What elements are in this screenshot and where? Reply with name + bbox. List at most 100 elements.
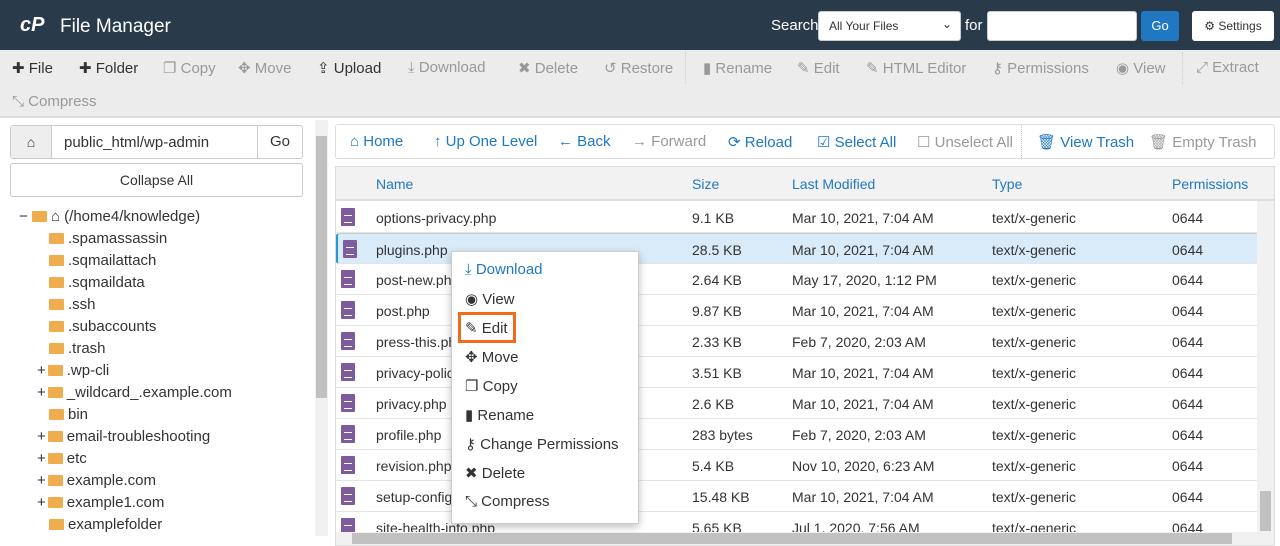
column-header-type[interactable]: Type [992, 176, 1022, 192]
expand-icon[interactable]: + [37, 362, 46, 379]
home-icon[interactable]: ⌂ [11, 126, 52, 158]
settings-button[interactable]: ⚙ Settings [1192, 11, 1274, 41]
expand-icon[interactable]: + [37, 384, 46, 401]
search-go-button[interactable]: Go [1141, 11, 1179, 41]
cell-name: revision.php [376, 458, 452, 474]
toolbar-rename-button[interactable]: ▮ Rename [703, 59, 772, 77]
toolbar-delete-button[interactable]: ✖ Delete [518, 59, 578, 77]
toolbar-upload-button[interactable]: ⇪ Upload [317, 59, 381, 77]
tree-item[interactable]: + .wp-cli [37, 362, 109, 384]
tree-item[interactable]: .sqmaildata [49, 274, 145, 296]
nav-forward-button[interactable]: → Forward [632, 133, 706, 150]
tree-item[interactable]: .spamassassin [49, 230, 167, 252]
cell-type: text/x-generic [992, 303, 1077, 319]
tree-item[interactable]: .ssh [49, 296, 96, 318]
sidebar-scrollbar[interactable] [315, 120, 328, 536]
folder-icon [49, 519, 64, 530]
cell-type: text/x-generic [992, 427, 1077, 443]
tree-root[interactable]: − ⌂ (/home4/knowledge) [19, 208, 200, 230]
nav-label: Forward [651, 133, 707, 150]
nav-select-all-button[interactable]: ☑ Select All [817, 133, 896, 151]
column-header-last-modified[interactable]: Last Modified [792, 176, 875, 192]
for-label: for [965, 17, 983, 34]
sidebar: ⌂ Go Collapse All − ⌂ (/home4/knowledge)… [0, 120, 315, 546]
context-menu-rename[interactable]: ▮ Rename [465, 406, 534, 424]
search-scope-select[interactable]: All Your Files ⌄ [818, 11, 961, 41]
scrollbar-thumb[interactable] [316, 136, 327, 398]
tree-item[interactable]: bin [49, 406, 88, 428]
cell-size: 283 bytes [692, 427, 753, 443]
toolbar-edit-button[interactable]: ✎ Edit [797, 59, 840, 77]
file-icon [341, 332, 355, 350]
tree-item[interactable]: + example1.com [37, 494, 164, 516]
tree-item[interactable]: .subaccounts [49, 318, 156, 340]
expand-icon[interactable]: + [37, 450, 46, 467]
toolbar-file-button[interactable]: ✚ File [12, 59, 53, 77]
context-menu-download[interactable]: ⤓ Download [465, 261, 543, 278]
tree-item[interactable]: examplefolder [49, 516, 162, 538]
toolbar-html-editor-button[interactable]: ✎ HTML Editor [866, 59, 966, 77]
toolbar-restore-button[interactable]: ↺ Restore [604, 59, 673, 77]
file-icon [341, 394, 355, 412]
collapse-all-button[interactable]: Collapse All [10, 163, 303, 197]
collapse-icon[interactable]: − [19, 208, 32, 225]
tree-item[interactable]: .trash [49, 340, 106, 362]
tree-item-label: .trash [68, 340, 106, 357]
folder-icon [47, 497, 63, 508]
context-menu-change-permissions[interactable]: ⚷ Change Permissions [465, 435, 619, 453]
expand-icon[interactable]: + [37, 428, 46, 445]
download-icon: ⤓ [465, 261, 476, 278]
edit-icon: ✎ [866, 60, 883, 77]
toolbar-label: View [1133, 60, 1166, 77]
table-horizontal-scrollbar[interactable] [336, 532, 1258, 545]
scrollbar-thumb[interactable] [1260, 491, 1271, 531]
toolbar-download-button[interactable]: ⤓ Download [408, 59, 486, 76]
tree-item[interactable]: .sqmailattach [49, 252, 156, 274]
nav-up-one-level-button[interactable]: ↑ Up One Level [434, 133, 537, 150]
tree-item[interactable]: + email-troubleshooting [37, 428, 210, 450]
table-row[interactable]: options-privacy.php 9.1 KB Mar 10, 2021, 7… [336, 202, 1258, 233]
nav-reload-button[interactable]: ⟳ Reload [728, 133, 792, 151]
folder-icon [47, 387, 63, 398]
tree-item[interactable]: + example.com [37, 472, 156, 494]
undo-icon: ↺ [604, 60, 621, 77]
context-menu-view[interactable]: ◉ View [465, 290, 515, 308]
nav-view-trash-button[interactable]: 🗑 View Trash [1037, 133, 1134, 151]
folder-open-icon [31, 211, 47, 222]
folder-icon [49, 321, 64, 332]
path-go-button[interactable]: Go [257, 126, 302, 158]
context-menu-compress[interactable]: ⤡ Compress [465, 493, 550, 510]
path-input[interactable] [64, 134, 254, 151]
cell-size: 28.5 KB [692, 242, 742, 258]
search-input[interactable] [987, 11, 1137, 41]
nav-unselect-all-button[interactable]: ☐ Unselect All [917, 133, 1013, 151]
tree-item[interactable]: + _wildcard_.example.com [37, 384, 232, 406]
toolbar-move-button[interactable]: ✥ Move [238, 59, 291, 77]
column-header-permissions[interactable]: Permissions [1172, 176, 1248, 192]
cell-name: profile.php [376, 427, 442, 443]
expand-icon[interactable]: + [37, 494, 46, 511]
toolbar-compress-button[interactable]: ⤡ Compress [12, 93, 97, 110]
toolbar-copy-button[interactable]: ❐ Copy [163, 59, 216, 77]
toolbar-extract-button[interactable]: ⤢ Extract [1196, 59, 1259, 76]
scrollbar-thumb[interactable] [352, 533, 1232, 544]
edit-highlight-box [458, 312, 516, 343]
column-header-size[interactable]: Size [692, 176, 719, 192]
toolbar-divider [1182, 52, 1183, 84]
toolbar-view-button[interactable]: ◉ View [1116, 59, 1166, 77]
nav-home-button[interactable]: ⌂ Home [350, 133, 403, 150]
table-vertical-scrollbar[interactable] [1257, 201, 1274, 545]
key-icon: ⚷ [465, 436, 481, 453]
context-menu-move[interactable]: ✥ Move [465, 348, 518, 366]
nav-back-button[interactable]: ← Back [558, 133, 611, 150]
folder-icon [49, 233, 64, 244]
context-menu-delete[interactable]: ✖ Delete [465, 464, 525, 482]
toolbar-folder-button[interactable]: ✚ Folder [79, 59, 138, 77]
nav-empty-trash-button[interactable]: 🗑 Empty Trash [1149, 133, 1256, 151]
expand-icon[interactable]: + [37, 472, 46, 489]
menu-item-label: Move [481, 349, 519, 366]
toolbar-permissions-button[interactable]: ⚷ Permissions [992, 59, 1089, 77]
tree-item[interactable]: + etc [37, 450, 87, 472]
context-menu-copy[interactable]: ❐ Copy [465, 377, 518, 395]
column-header-name[interactable]: Name [376, 176, 413, 192]
